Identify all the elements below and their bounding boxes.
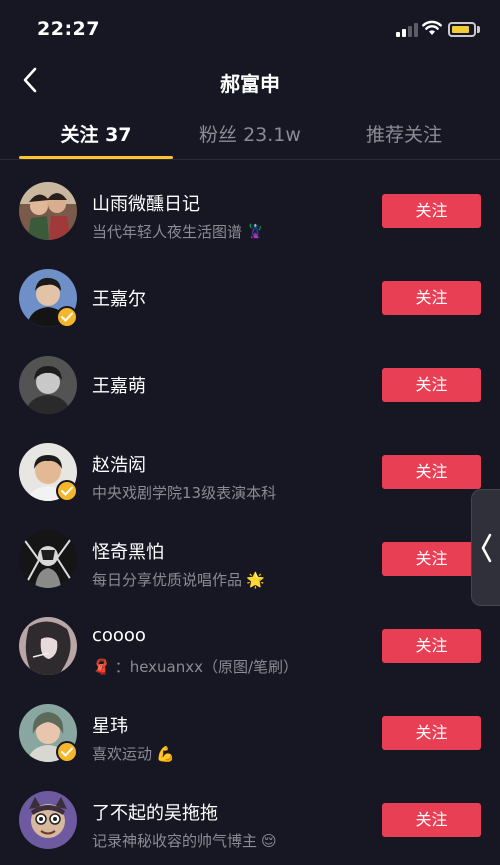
user-name[interactable]: 赵浩闳 bbox=[92, 451, 146, 477]
user-bio: 当代年轻人夜生活图谱 🦹 bbox=[92, 222, 265, 242]
user-bio: 中央戏剧学院13级表演本科 bbox=[92, 484, 277, 502]
avatar[interactable] bbox=[19, 530, 77, 588]
list-item[interactable]: 山雨微醺日记 当代年轻人夜生活图谱 🦹 关注 bbox=[0, 167, 500, 254]
tab-followers[interactable]: 粉丝 23.1w bbox=[170, 120, 330, 147]
tab-indicator bbox=[19, 156, 173, 159]
avatar[interactable] bbox=[19, 356, 77, 414]
follow-button[interactable]: 关注 bbox=[382, 455, 481, 489]
follow-button[interactable]: 关注 bbox=[382, 194, 481, 228]
relieved-face-emoji-icon: 😌 bbox=[261, 831, 277, 850]
user-name[interactable]: 王嘉尔 bbox=[92, 285, 146, 311]
user-name[interactable]: 王嘉萌 bbox=[92, 372, 146, 398]
follow-button[interactable]: 关注 bbox=[382, 542, 481, 576]
glowing-star-emoji-icon: 🌟 bbox=[246, 570, 265, 589]
follow-button[interactable]: 关注 bbox=[382, 629, 481, 663]
user-name[interactable]: coooo bbox=[92, 625, 146, 646]
nav-bar: 郝富申 bbox=[0, 58, 500, 104]
follow-button[interactable]: 关注 bbox=[382, 281, 481, 315]
signal-icon bbox=[396, 23, 418, 37]
verified-badge-icon bbox=[56, 480, 78, 502]
avatar[interactable] bbox=[19, 182, 77, 240]
follow-button[interactable]: 关注 bbox=[382, 803, 481, 837]
tab-recommended[interactable]: 推荐关注 bbox=[324, 120, 484, 147]
user-bio: 每日分享优质说唱作品 🌟 bbox=[92, 570, 265, 590]
scarf-emoji-icon: 🧣 bbox=[92, 657, 111, 676]
battery-icon bbox=[448, 22, 476, 37]
user-name[interactable]: 星玮 bbox=[92, 712, 128, 738]
avatar[interactable] bbox=[19, 617, 77, 675]
user-name[interactable]: 了不起的吴拖拖 bbox=[92, 799, 218, 825]
avatar[interactable] bbox=[19, 791, 77, 849]
page-title: 郝富申 bbox=[220, 72, 280, 96]
wifi-icon bbox=[422, 20, 442, 35]
list-item[interactable]: coooo 🧣 ：hexuanxx（原图/笔刷） 关注 bbox=[0, 602, 500, 689]
list-item[interactable]: 怪奇黑怕 每日分享优质说唱作品 🌟 关注 bbox=[0, 515, 500, 602]
follow-button[interactable]: 关注 bbox=[382, 368, 481, 402]
tab-following[interactable]: 关注 37 bbox=[16, 120, 176, 147]
follow-button[interactable]: 关注 bbox=[382, 716, 481, 750]
verified-badge-icon bbox=[56, 741, 78, 763]
user-name[interactable]: 怪奇黑怕 bbox=[92, 538, 164, 564]
user-bio: 🧣 ：hexuanxx（原图/笔刷） bbox=[92, 657, 299, 677]
user-bio: 喜欢运动 💪 bbox=[92, 744, 175, 764]
chevron-left-icon bbox=[481, 533, 492, 562]
following-list: 山雨微醺日记 当代年轻人夜生活图谱 🦹 关注 王嘉尔 关注 王嘉萌 关注 赵浩闳… bbox=[0, 167, 500, 863]
list-item[interactable]: 王嘉萌 关注 bbox=[0, 341, 500, 428]
villain-emoji-icon: 🦹 bbox=[246, 222, 265, 241]
status-time: 22:27 bbox=[37, 18, 100, 40]
user-name[interactable]: 山雨微醺日记 bbox=[92, 190, 200, 216]
status-bar: 22:27 bbox=[0, 0, 500, 58]
flexed-biceps-emoji-icon: 💪 bbox=[156, 744, 175, 763]
side-drawer-handle[interactable] bbox=[471, 489, 500, 606]
user-bio: 记录神秘收容的帅气博主 😌 bbox=[92, 831, 277, 851]
list-item[interactable]: 星玮 喜欢运动 💪 关注 bbox=[0, 689, 500, 776]
list-item[interactable]: 赵浩闳 中央戏剧学院13级表演本科 关注 bbox=[0, 428, 500, 515]
list-item[interactable]: 王嘉尔 关注 bbox=[0, 254, 500, 341]
tab-bar: 关注 37 粉丝 23.1w 推荐关注 bbox=[0, 108, 500, 160]
list-item[interactable]: 了不起的吴拖拖 记录神秘收容的帅气博主 😌 关注 bbox=[0, 776, 500, 863]
verified-badge-icon bbox=[56, 306, 78, 328]
